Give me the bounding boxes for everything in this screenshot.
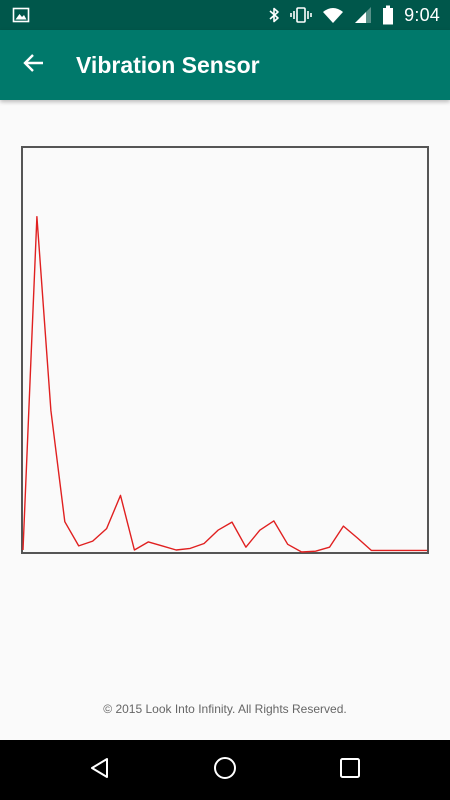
- cell-signal-icon: [354, 6, 372, 24]
- nav-home-button[interactable]: [205, 750, 245, 790]
- arrow-back-icon: [22, 51, 46, 80]
- screen: 9:04 Vibration Sensor © 2015 Look Into I…: [0, 0, 450, 800]
- app-bar: Vibration Sensor: [0, 30, 450, 100]
- vibration-chart: [21, 146, 429, 554]
- status-bar: 9:04: [0, 0, 450, 30]
- nav-recent-apps-button[interactable]: [330, 750, 370, 790]
- vibration-chart-svg: [21, 146, 429, 554]
- copyright-footer: © 2015 Look Into Infinity. All Rights Re…: [103, 702, 347, 716]
- bluetooth-icon: [268, 6, 280, 24]
- nav-home-icon: [212, 755, 238, 786]
- nav-back-button[interactable]: [80, 750, 120, 790]
- status-time: 9:04: [404, 4, 440, 25]
- wifi-icon: [322, 6, 344, 24]
- vibrate-icon: [290, 6, 312, 24]
- status-icons: 9:04: [268, 0, 440, 30]
- nav-back-icon: [88, 756, 112, 785]
- battery-icon: [382, 5, 394, 25]
- navigation-bar: [0, 740, 450, 800]
- back-button[interactable]: [18, 49, 50, 81]
- page-title: Vibration Sensor: [76, 52, 260, 78]
- nav-recent-apps-icon: [339, 757, 361, 784]
- image-notification-icon: [12, 6, 30, 24]
- chart-frame: [21, 146, 429, 554]
